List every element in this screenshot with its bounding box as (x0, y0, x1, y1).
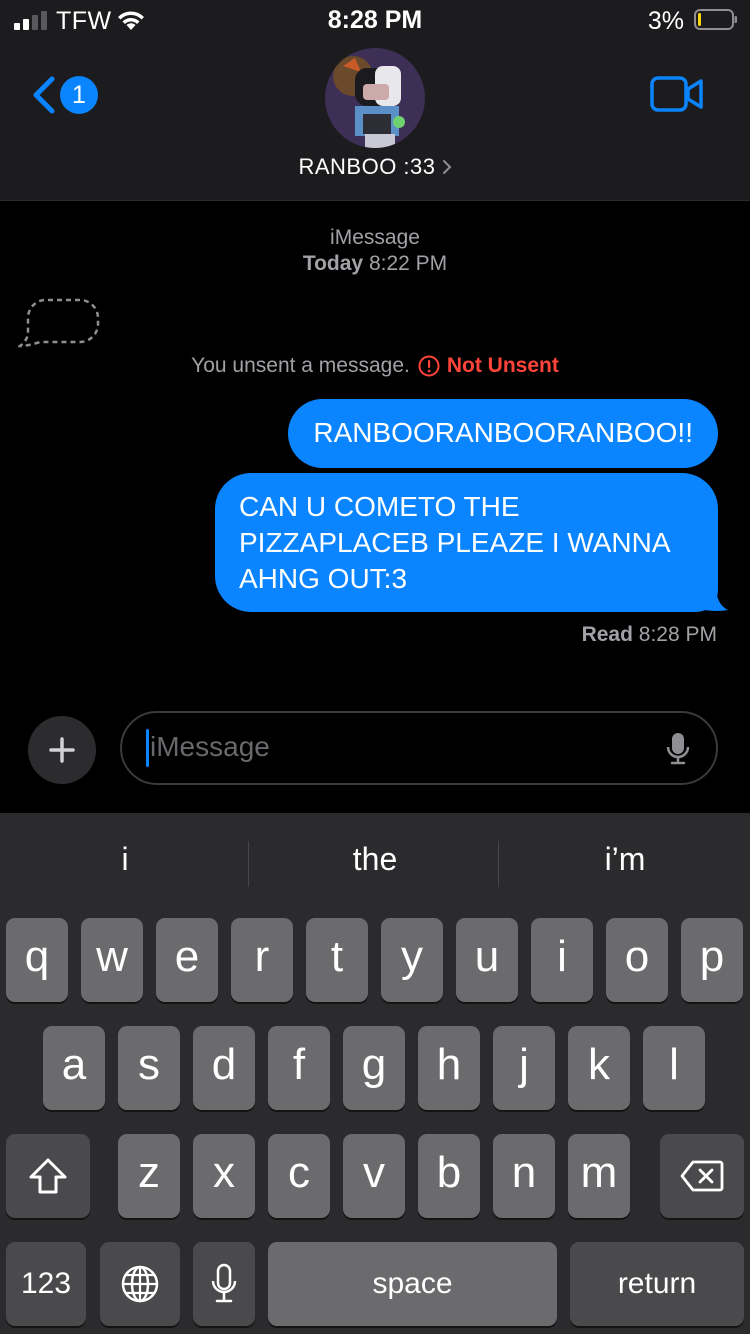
unread-count-badge: 1 (60, 76, 98, 114)
shift-arrow-icon (29, 1158, 67, 1194)
timestamp-day: Today (302, 252, 364, 275)
key-m[interactable]: m (568, 1134, 630, 1218)
outgoing-message-bubble[interactable]: RANBOORANBOORANBOO!! (288, 399, 718, 468)
key-u[interactable]: u (456, 918, 518, 1002)
contact-name-button[interactable]: RANBOO :33 (0, 154, 750, 180)
thread-timestamp: Today 8:22 PM (0, 252, 750, 276)
key-z[interactable]: z (118, 1134, 180, 1218)
return-key[interactable]: return (570, 1242, 744, 1326)
plus-icon (49, 737, 75, 763)
key-t[interactable]: t (306, 918, 368, 1002)
key-e[interactable]: e (156, 918, 218, 1002)
suggestion-divider (248, 841, 249, 887)
microphone-icon[interactable] (666, 732, 690, 766)
back-button[interactable]: 1 (30, 76, 98, 114)
message-input[interactable]: iMessage (120, 711, 718, 785)
contact-name: RANBOO :33 (298, 154, 436, 179)
key-r[interactable]: r (231, 918, 293, 1002)
key-c[interactable]: c (268, 1134, 330, 1218)
chevron-left-icon (33, 76, 55, 114)
key-y[interactable]: y (381, 918, 443, 1002)
alert-circle-icon (418, 355, 440, 377)
key-f[interactable]: f (268, 1026, 330, 1110)
key-v[interactable]: v (343, 1134, 405, 1218)
video-camera-icon (650, 76, 703, 112)
text-cursor (146, 729, 149, 767)
not-unsent-label: Not Unsent (446, 354, 559, 377)
predictive-suggestions: i the i’m (0, 813, 750, 913)
unsent-notice: You unsent a message. Not Unsent (0, 354, 750, 378)
battery-icon (694, 9, 737, 30)
suggestion-2[interactable]: the (250, 841, 500, 878)
contact-avatar[interactable] (325, 48, 425, 148)
numbers-key[interactable]: 123 (6, 1242, 86, 1326)
status-time: 8:28 PM (327, 6, 423, 34)
globe-key[interactable] (100, 1242, 180, 1326)
key-a[interactable]: a (43, 1026, 105, 1110)
key-i[interactable]: i (531, 918, 593, 1002)
unsent-notice-text: You unsent a message. (191, 354, 410, 377)
key-o[interactable]: o (606, 918, 668, 1002)
key-h[interactable]: h (418, 1026, 480, 1110)
keyboard: i the i’m q w e r t y u i o p a s d f g … (0, 813, 750, 1334)
read-receipt: Read 8:28 PM (582, 623, 717, 647)
key-b[interactable]: b (418, 1134, 480, 1218)
read-receipt-time: 8:28 PM (638, 623, 717, 646)
key-x[interactable]: x (193, 1134, 255, 1218)
key-q[interactable]: q (6, 918, 68, 1002)
avatar-image (325, 48, 425, 148)
not-unsent-status[interactable]: Not Unsent (418, 354, 559, 378)
backspace-icon (680, 1160, 724, 1192)
chevron-right-icon (442, 160, 451, 174)
key-g[interactable]: g (343, 1026, 405, 1110)
key-k[interactable]: k (568, 1026, 630, 1110)
globe-icon (121, 1265, 159, 1303)
conversation-header: 1 RANBOO :33 (0, 40, 750, 201)
suggestion-divider (498, 841, 499, 887)
suggestion-1[interactable]: i (0, 841, 250, 878)
imessage-screen: TFW 8:28 PM 3% 1 RANBOO:33 iMessage Tod… (0, 0, 750, 1334)
space-key[interactable]: space (268, 1242, 557, 1326)
unsent-message-placeholder-icon (18, 298, 100, 348)
outgoing-message-bubble[interactable]: CAN U COMETO THE PIZZAPLACEB PLEAZE I WA… (215, 473, 718, 612)
apps-plus-button[interactable] (28, 716, 96, 784)
facetime-video-button[interactable] (650, 76, 704, 117)
key-j[interactable]: j (493, 1026, 555, 1110)
key-p[interactable]: p (681, 918, 743, 1002)
timestamp-time: 8:22 PM (368, 252, 448, 275)
read-receipt-label: Read (581, 623, 633, 646)
key-s[interactable]: s (118, 1026, 180, 1110)
dictation-key[interactable] (193, 1242, 255, 1326)
battery-percentage: 3% (647, 7, 684, 35)
delete-key[interactable] (660, 1134, 744, 1218)
suggestion-3[interactable]: i’m (500, 841, 750, 878)
service-label: iMessage (330, 226, 420, 249)
bubble-tail (704, 586, 728, 611)
key-l[interactable]: l (643, 1026, 705, 1110)
key-n[interactable]: n (493, 1134, 555, 1218)
status-bar: TFW 8:28 PM 3% (0, 0, 750, 40)
message-input-placeholder: iMessage (150, 731, 270, 762)
shift-key[interactable] (6, 1134, 90, 1218)
key-d[interactable]: d (193, 1026, 255, 1110)
key-w[interactable]: w (81, 918, 143, 1002)
microphone-icon (211, 1263, 237, 1303)
